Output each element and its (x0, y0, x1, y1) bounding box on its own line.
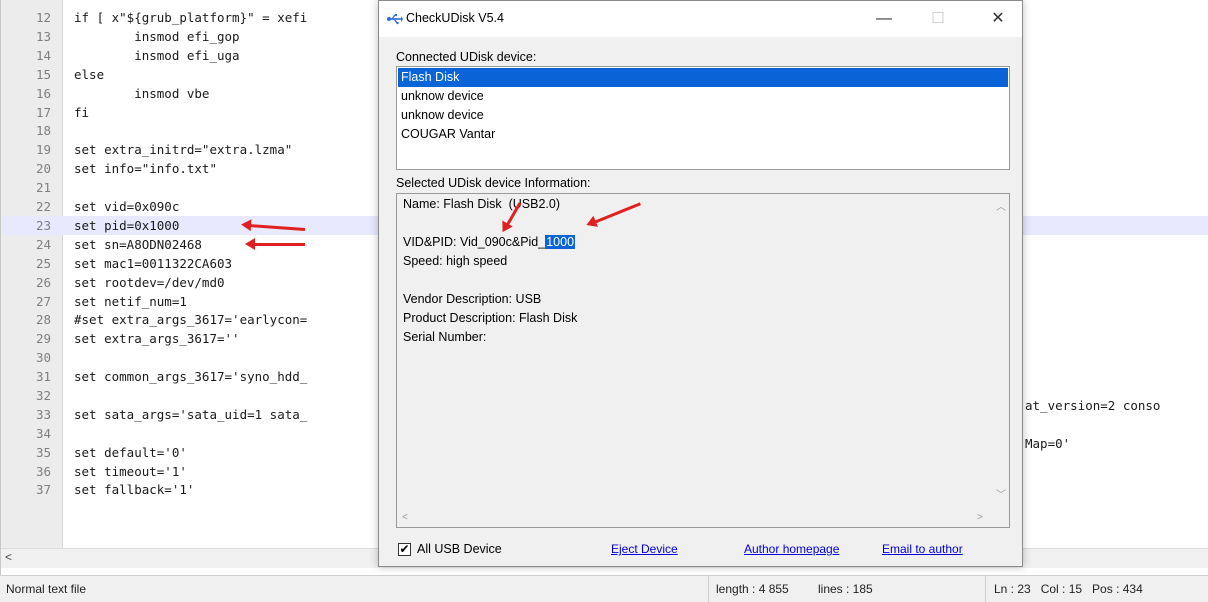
line-number: 12 (35, 10, 51, 25)
status-position: Ln : 23 Col : 15 Pos : 434 (994, 582, 1143, 596)
author-homepage-link[interactable]: Author homepage (744, 542, 839, 556)
line-text: set netif_num=1 (74, 294, 187, 309)
line-number: 23 (35, 218, 51, 233)
line-number: 36 (35, 464, 51, 479)
screen: 12 if [ x"${grub_platform}" = xefi 13 insm… (0, 0, 1208, 602)
line-text: set fallback='1' (74, 482, 195, 497)
status-lines: lines : 185 (818, 582, 873, 596)
line-number: 30 (35, 350, 51, 365)
info-pid-highlight: 1000 (545, 235, 576, 249)
line-number: 13 (35, 29, 51, 44)
all-usb-device-label[interactable]: All USB Device (417, 542, 502, 556)
line-text: set sata_args='sata_uid=1 sata_ (74, 407, 308, 422)
info-vendor: Vendor Description: USB (403, 292, 542, 306)
line-text: set extra_args_3617='' (74, 331, 240, 346)
line-text: fi (74, 105, 90, 120)
line-number: 22 (35, 199, 51, 214)
minimize-button[interactable]: — (861, 1, 907, 37)
device-info-label: Selected UDisk device Information: (396, 176, 591, 190)
status-bar: Normal text file length : 4 855 lines : … (0, 575, 1208, 602)
status-length: length : 4 855 (716, 582, 789, 596)
line-number: 34 (35, 426, 51, 441)
line-number: 14 (35, 48, 51, 63)
connected-devices-label: Connected UDisk device: (396, 50, 537, 64)
horizontal-scrollbar[interactable]: < > (397, 509, 993, 527)
line-number: 27 (35, 294, 51, 309)
all-usb-device-checkbox[interactable]: ✔ (398, 543, 411, 556)
info-name: Name: Flash Disk (USB2.0) (403, 197, 560, 211)
line-number: 26 (35, 275, 51, 290)
line-text: set extra_initrd="extra.lzma" (74, 142, 293, 157)
list-item[interactable]: COUGAR Vantar (398, 125, 1008, 144)
line-number: 37 (35, 482, 51, 497)
line-text: set pid=0x1000 (74, 218, 180, 233)
line-text: set sn=A8ODN02468 (74, 237, 202, 252)
status-file-type: Normal text file (6, 582, 87, 596)
line-number: 25 (35, 256, 51, 271)
line-number: 16 (35, 86, 51, 101)
info-serial: Serial Number: (403, 330, 487, 344)
line-number: 28 (35, 312, 51, 327)
line-number: 19 (35, 142, 51, 157)
line-text: else (74, 67, 105, 82)
device-list[interactable]: Flash Disk unknow device unknow device C… (396, 66, 1010, 170)
scroll-up-icon[interactable]: ︿ (996, 198, 1006, 213)
line-text: if [ x"${grub_platform}" = xefi (74, 10, 308, 25)
close-button[interactable]: ✕ (975, 1, 1021, 37)
list-item[interactable]: unknow device (398, 87, 1008, 106)
list-item[interactable]: unknow device (398, 106, 1008, 125)
status-divider (708, 576, 709, 602)
line-number: 21 (35, 180, 51, 195)
annotation-arrow-pid (245, 238, 305, 250)
line-number: 31 (35, 369, 51, 384)
scroll-left-icon[interactable]: < (402, 512, 408, 523)
annotation-arrow-pid (593, 202, 641, 224)
list-item[interactable]: Flash Disk (398, 68, 1008, 87)
line-text: set common_args_3617='syno_hdd_ (74, 369, 308, 384)
line-number: 33 (35, 407, 51, 422)
line-text: insmod vbe (74, 86, 210, 101)
eject-device-link[interactable]: Eject Device (611, 542, 678, 556)
line-text: set default='0' (74, 445, 187, 460)
scroll-left-icon[interactable]: < (5, 550, 12, 564)
device-info-text[interactable]: Name: Flash Disk (USB2.0) VID&PID: Vid_0… (396, 193, 1010, 528)
line-number: 15 (35, 67, 51, 82)
line-number: 20 (35, 161, 51, 176)
line-text: set vid=0x090c (74, 199, 180, 214)
info-vidpid: VID&PID: Vid_090c&Pid_1000 (403, 235, 576, 249)
line-text: insmod efi_uga (74, 48, 240, 63)
line-text: set timeout='1' (74, 464, 187, 479)
line-number: 17 (35, 105, 51, 120)
line-number: 29 (35, 331, 51, 346)
line-31-overflow-text: at_version=2 conso (1025, 398, 1161, 413)
line-text: set info="info.txt" (74, 161, 217, 176)
info-product: Product Description: Flash Disk (403, 311, 578, 325)
maximize-button[interactable]: ☐ (915, 1, 961, 37)
line-text: #set extra_args_3617='earlycon= (74, 312, 308, 327)
scroll-down-icon[interactable]: ﹀ (996, 486, 1006, 501)
line-33-overflow-text: Map=0' (1025, 436, 1071, 451)
line-text: insmod efi_gop (74, 29, 240, 44)
checkudisk-window[interactable]: CheckUDisk V5.4 — ☐ ✕ Connected UDisk de… (378, 0, 1023, 567)
info-speed: Speed: high speed (403, 254, 508, 268)
line-text: set rootdev=/dev/md0 (74, 275, 225, 290)
scroll-right-icon[interactable]: > (977, 512, 983, 523)
line-number: 18 (35, 123, 51, 138)
title-bar[interactable]: CheckUDisk V5.4 — ☐ ✕ (379, 1, 1022, 37)
line-number: 24 (35, 237, 51, 252)
info-vidpid-prefix: VID&PID: Vid_090c&Pid_ (403, 235, 546, 249)
email-author-link[interactable]: Email to author (882, 542, 963, 556)
window-title: CheckUDisk V5.4 (406, 11, 504, 25)
vertical-scrollbar[interactable]: ︿ ﹀ (992, 194, 1009, 509)
usb-app-icon (387, 14, 403, 25)
line-text: set mac1=0011322CA603 (74, 256, 233, 271)
line-number: 35 (35, 445, 51, 460)
status-divider (985, 576, 986, 602)
line-number: 32 (35, 388, 51, 403)
